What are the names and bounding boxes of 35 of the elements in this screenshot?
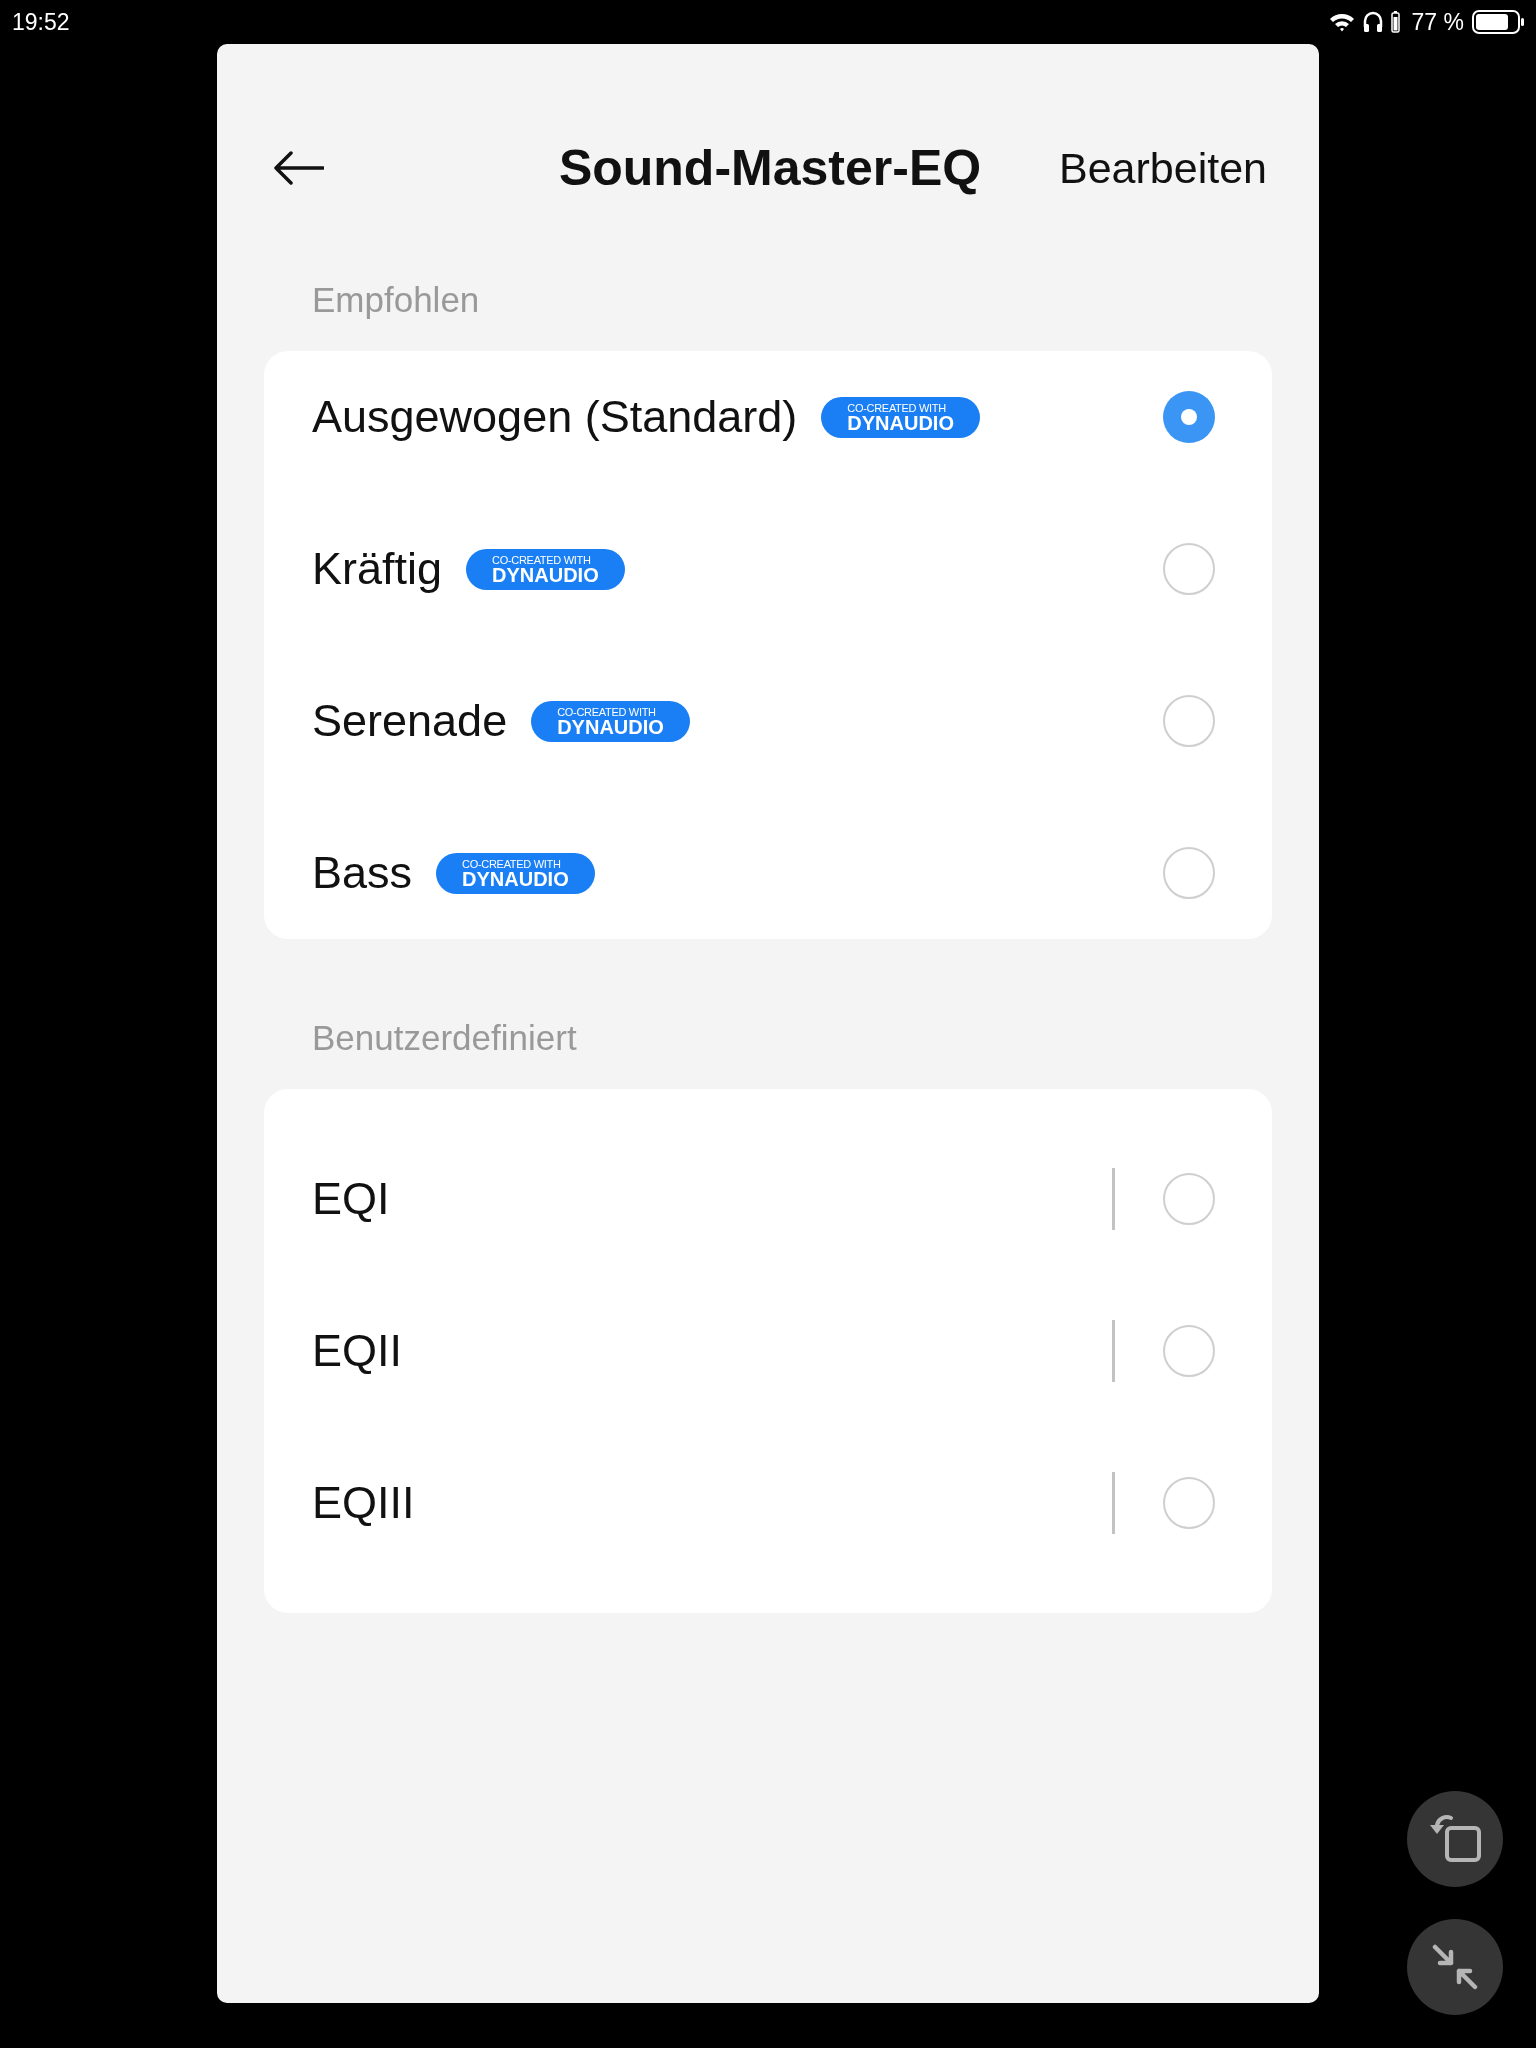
badge-caption: CO-CREATED WITH (557, 705, 656, 718)
badge-caption: CO-CREATED WITH (492, 553, 591, 566)
badge-brand: DYNAUDIO (557, 717, 664, 737)
badge-brand: DYNAUDIO (462, 869, 569, 889)
battery-icon (1472, 10, 1524, 34)
arrows-inward-icon (1432, 1944, 1478, 1990)
page-title: Sound-Master-EQ (558, 139, 982, 198)
wifi-icon (1328, 12, 1355, 32)
badge-brand: DYNAUDIO (492, 565, 599, 585)
edit-button[interactable]: Bearbeiten (1059, 140, 1267, 196)
radio-button[interactable] (1163, 543, 1215, 595)
preset-label: EQII (312, 1324, 403, 1378)
preset-label: Kräftig (312, 542, 443, 596)
preset-label: EQI (312, 1172, 390, 1226)
radio-button[interactable] (1163, 695, 1215, 747)
badge-caption: CO-CREATED WITH (847, 401, 946, 414)
section-title: Empfohlen (312, 279, 480, 321)
small-battery-icon (1390, 11, 1400, 33)
preset-label: Bass (312, 846, 413, 900)
status-time: 19:52 (12, 8, 70, 36)
radio-button[interactable] (1163, 1325, 1215, 1377)
radio-button[interactable] (1163, 1477, 1215, 1529)
preset-label: Serenade (312, 694, 508, 748)
radio-button[interactable] (1163, 1173, 1215, 1225)
headphones-icon (1362, 11, 1383, 33)
rotate-square-icon (1429, 1815, 1481, 1863)
back-arrow-icon (274, 151, 324, 185)
section-title: Benutzerdefiniert (312, 1017, 577, 1059)
preset-label: Ausgewogen (Standard) (312, 390, 798, 444)
preset-label: EQIII (312, 1476, 415, 1530)
radio-button[interactable] (1163, 847, 1215, 899)
battery-percent: 77 % (1411, 8, 1464, 36)
badge-brand: DYNAUDIO (847, 413, 954, 433)
badge-caption: CO-CREATED WITH (462, 857, 561, 870)
radio-button[interactable] (1163, 391, 1215, 443)
